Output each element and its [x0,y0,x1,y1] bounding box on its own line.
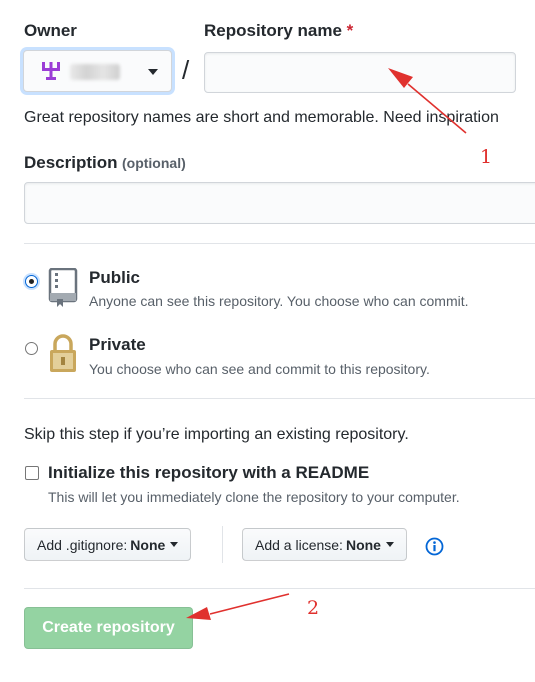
annotation-arrows [186,68,467,620]
public-description: Anyone can see this repository. You choo… [89,293,469,309]
public-radio[interactable] [25,275,38,288]
gitignore-value: None [130,536,166,553]
license-value: None [345,536,381,553]
chevron-down-icon [170,542,179,547]
owner-label: Owner [24,21,77,40]
new-repository-form: Owner / Repository name * Great reposito… [0,0,535,682]
divider [24,588,535,589]
description-label: Description (optional) [24,153,186,173]
divider [24,398,535,399]
annotation-label-1: 1 [480,146,493,168]
public-title: Public [89,268,141,287]
readme-checkbox[interactable] [25,466,39,480]
dropdown-separator [222,526,223,563]
description-input[interactable] [24,182,535,224]
annotation-arrow-2 [209,593,290,615]
required-mark: * [346,21,354,40]
skip-step-text: Skip this step if you’re importing an ex… [24,426,409,443]
license-prefix: Add a license: [255,536,343,553]
owner-avatar-icon [42,62,60,80]
owner-select[interactable] [23,50,172,92]
divider [24,243,535,244]
create-repository-button[interactable]: Create repository [24,607,193,649]
owner-name-redacted [70,64,120,80]
optional-tag: (optional) [121,155,186,171]
info-icon[interactable] [425,537,444,556]
readme-label: Initialize this repository with a README [48,463,370,482]
chevron-down-icon [385,542,394,547]
private-description: You choose who can see and commit to thi… [89,361,430,377]
owner-repo-separator: / [182,55,190,85]
chevron-down-icon [148,69,158,75]
gitignore-dropdown[interactable]: Add .gitignore: None [24,528,192,561]
repo-name-hint: Great repository names are short and mem… [24,109,499,126]
repo-name-input[interactable] [204,52,516,93]
description-label-text: Description [24,153,118,172]
repo-name-label: Repository name * [204,21,353,41]
private-radio[interactable] [25,342,38,355]
private-title: Private [89,335,146,354]
lock-icon [50,334,76,372]
gitignore-prefix: Add .gitignore: [37,536,128,553]
repo-name-label-text: Repository name [204,21,342,40]
annotation-label-2: 2 [307,597,320,619]
book-repo-icon [48,268,78,307]
license-dropdown[interactable]: Add a license: None [242,528,407,561]
readme-description: This will let you immediately clone the … [48,489,460,505]
